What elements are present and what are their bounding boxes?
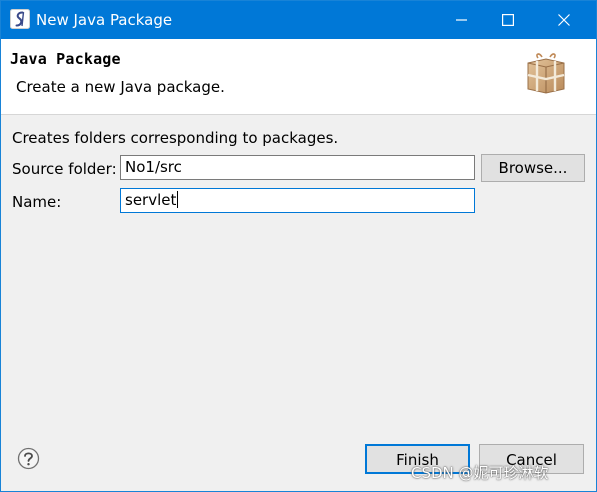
eclipse-icon — [10, 9, 30, 29]
minimize-icon — [456, 19, 467, 21]
close-button[interactable] — [541, 1, 587, 39]
source-folder-value: No1/src — [125, 158, 182, 176]
window-title: New Java Package — [36, 11, 173, 29]
title-bar[interactable]: New Java Package — [1, 1, 596, 39]
form-description: Creates folders corresponding to package… — [12, 129, 339, 147]
watermark: CSDN @妮可珍淋软 — [411, 464, 549, 482]
browse-button[interactable]: Browse... — [481, 154, 585, 182]
form-area: Creates folders corresponding to package… — [1, 116, 596, 426]
package-name-input[interactable]: servlet — [120, 188, 475, 213]
maximize-button[interactable] — [485, 1, 531, 39]
package-name-value: servlet — [125, 191, 177, 209]
name-label: Name: — [12, 193, 62, 211]
maximize-icon — [502, 14, 514, 26]
page-description: Create a new Java package. — [16, 78, 225, 96]
text-caret — [177, 191, 179, 208]
new-java-package-dialog: New Java Package Java Package Create a n… — [0, 0, 597, 492]
source-folder-input[interactable]: No1/src — [120, 155, 475, 180]
minimize-button[interactable] — [439, 1, 485, 39]
close-icon — [558, 14, 570, 26]
package-icon — [527, 53, 565, 94]
source-folder-label: Source folder: — [12, 160, 117, 178]
header-banner: Java Package Create a new Java package. — [1, 39, 596, 115]
help-icon[interactable] — [17, 447, 40, 470]
page-title: Java Package — [10, 50, 121, 68]
